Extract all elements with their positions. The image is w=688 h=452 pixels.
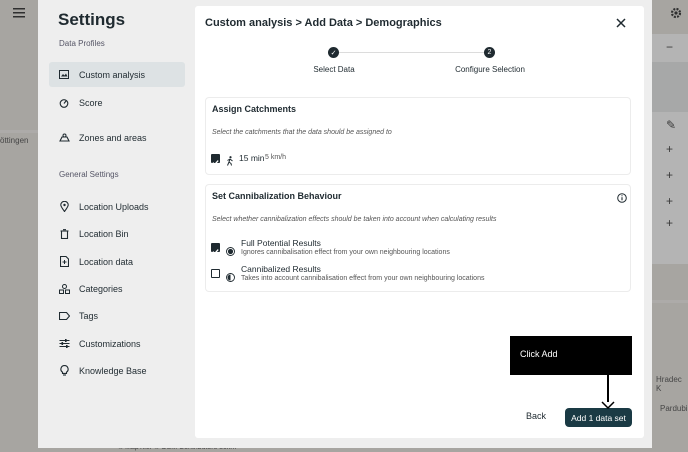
- tag-icon: [58, 310, 70, 322]
- step-1-label: Select Data: [313, 65, 355, 74]
- catchment-time: 15 min: [239, 153, 265, 163]
- settings-title: Settings: [58, 10, 126, 29]
- sidebar-item-label: Location data: [79, 256, 134, 267]
- cannibalized-icon: [226, 269, 235, 287]
- step-1-complete-icon: ✓: [328, 47, 339, 58]
- sliders-icon: [58, 338, 70, 350]
- add-data-set-button[interactable]: Add 1 data set: [565, 408, 632, 427]
- sidebar-item-label: Knowledge Base: [79, 365, 147, 376]
- sidebar-item-label: Zones and areas: [79, 132, 147, 143]
- catchment-15min-checkbox[interactable]: [211, 154, 220, 166]
- score-icon: [58, 97, 70, 109]
- zones-icon: [58, 132, 70, 144]
- settings-modal: Settings Data Profiles Custom analysis S…: [38, 0, 652, 448]
- sidebar-item-location-data[interactable]: Location data: [49, 249, 185, 274]
- sidebar-item-score[interactable]: Score: [49, 90, 185, 115]
- cannibalized-checkbox[interactable]: [211, 269, 220, 278]
- cannibalized-subtitle: Takes into account cannibalisation effec…: [241, 275, 485, 282]
- sidebar-item-label: Score: [79, 97, 103, 108]
- breadcrumb: Custom analysis > Add Data > Demographic…: [205, 17, 442, 29]
- location-pin-icon: [58, 201, 70, 213]
- sidebar-item-location-bin[interactable]: Location Bin: [49, 221, 185, 246]
- cannibalization-card: Set Cannibalization Behaviour Select whe…: [205, 184, 631, 292]
- sidebar-item-label: Tags: [79, 310, 99, 321]
- file-data-icon: [58, 256, 70, 268]
- sidebar-item-label: Custom analysis: [79, 69, 146, 80]
- sidebar-item-label: Location Uploads: [79, 201, 149, 212]
- stepper-connector: [337, 52, 486, 53]
- card-title: Assign Catchments: [212, 104, 297, 114]
- section-label-data-profiles: Data Profiles: [59, 39, 105, 48]
- catchment-speed: 5 km/h: [265, 154, 287, 161]
- step-2-number: 2: [484, 47, 495, 58]
- step-2-label: Configure Selection: [455, 65, 525, 74]
- sidebar-item-knowledge-base[interactable]: Knowledge Base: [49, 358, 185, 383]
- sidebar-item-zones-and-areas[interactable]: Zones and areas: [49, 125, 185, 150]
- full-potential-subtitle: Ignores cannibalisation effect from your…: [241, 249, 450, 256]
- sidebar-item-location-uploads[interactable]: Location Uploads: [49, 194, 185, 219]
- sidebar-item-label: Location Bin: [79, 228, 129, 239]
- card-title: Set Cannibalization Behaviour: [212, 191, 342, 201]
- tutorial-callout: Click Add: [510, 336, 632, 375]
- cannibalized-title: Cannibalized Results: [241, 264, 321, 274]
- categories-icon: [58, 283, 70, 295]
- full-potential-title: Full Potential Results: [241, 238, 321, 248]
- sidebar-item-custom-analysis[interactable]: Custom analysis: [49, 62, 185, 87]
- assign-catchments-card: Assign Catchments Select the catchments …: [205, 97, 631, 175]
- sidebar-item-tags[interactable]: Tags: [49, 303, 185, 328]
- close-icon[interactable]: [615, 16, 627, 28]
- sidebar-item-label: Categories: [79, 283, 123, 294]
- section-label-general-settings: General Settings: [59, 170, 119, 179]
- sidebar-item-label: Customizations: [79, 338, 141, 349]
- settings-sidebar: Settings Data Profiles Custom analysis S…: [38, 0, 195, 448]
- arrow-down-icon: [601, 396, 615, 414]
- lightbulb-icon: [58, 365, 70, 377]
- card-description: Select the catchments that the data shou…: [212, 129, 392, 136]
- image-icon: [58, 69, 70, 81]
- walking-icon: [226, 153, 234, 171]
- full-potential-icon: [226, 243, 235, 261]
- sidebar-item-categories[interactable]: Categories: [49, 276, 185, 301]
- back-button[interactable]: Back: [526, 411, 546, 421]
- trash-icon: [58, 228, 70, 240]
- card-description: Select whether cannibalization effects s…: [212, 216, 497, 223]
- sidebar-item-customizations[interactable]: Customizations: [49, 331, 185, 356]
- full-potential-checkbox[interactable]: [211, 243, 220, 255]
- info-icon[interactable]: [617, 190, 627, 208]
